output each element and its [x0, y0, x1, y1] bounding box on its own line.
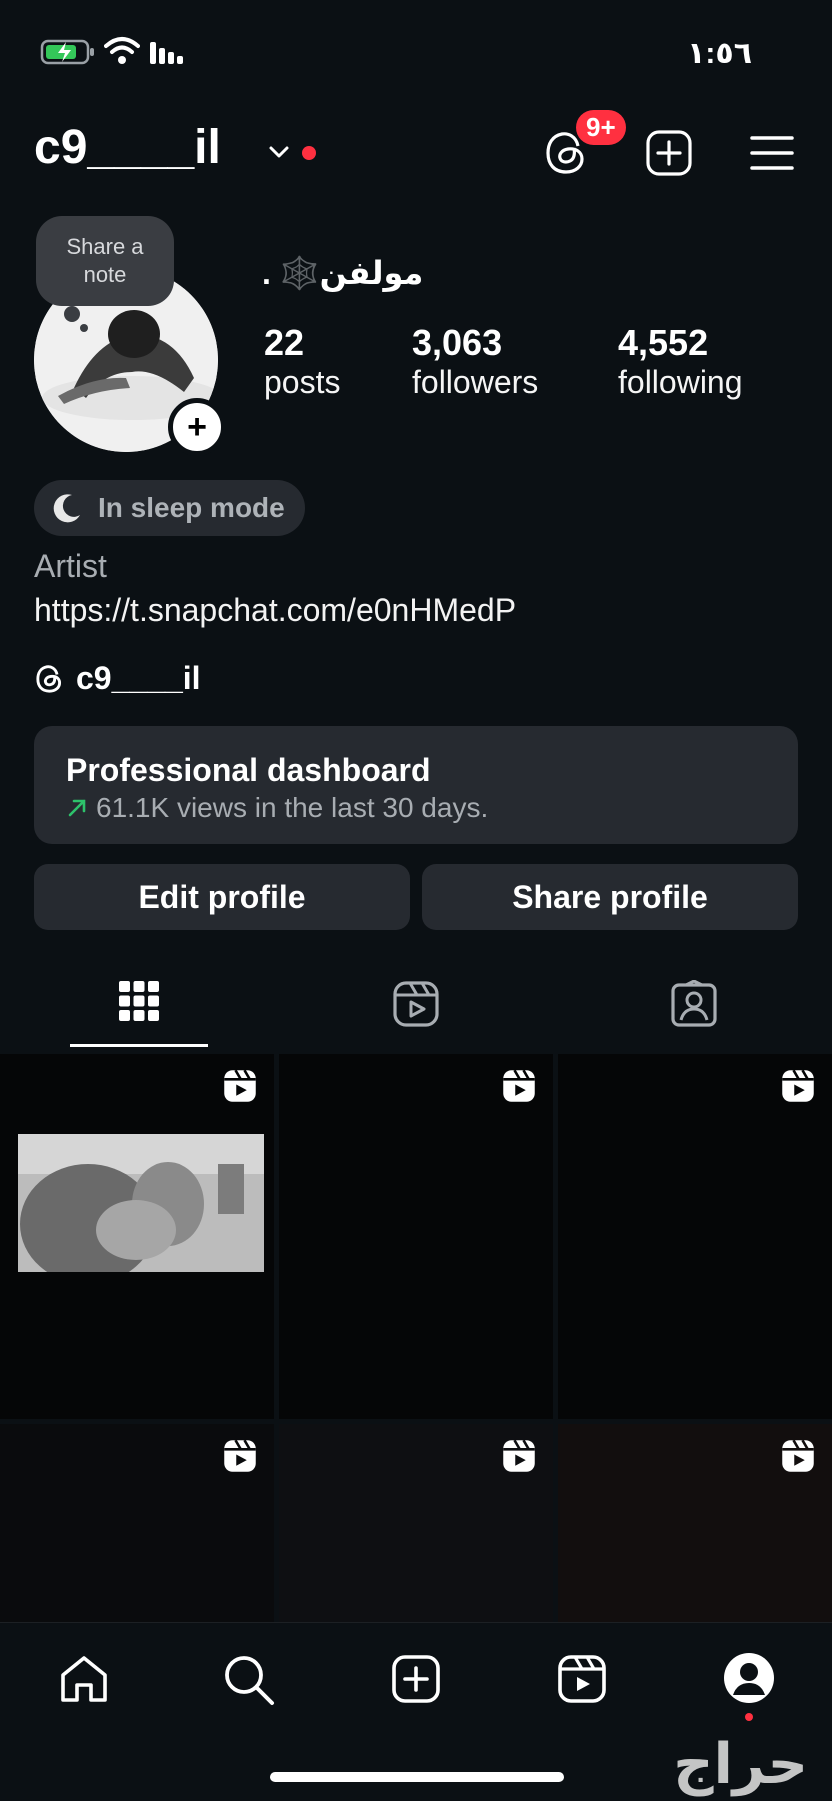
username: c9____il — [34, 121, 221, 174]
dashboard-views: 61.1K views in the last 30 days. — [96, 792, 489, 823]
status-time: ١:٥٦ — [687, 37, 752, 70]
stat-following[interactable]: 4,552 following — [618, 322, 743, 401]
grid-icon[interactable] — [118, 980, 160, 1022]
reel-badge-icon — [782, 1439, 814, 1472]
status-text: In sleep mode — [98, 492, 285, 523]
stat-followers[interactable]: 3,063 followers — [412, 322, 538, 401]
threads-icon — [36, 664, 62, 693]
threads-badge-link[interactable]: c9____il — [34, 660, 201, 697]
signal-icon — [150, 42, 183, 64]
reel-badge-icon — [224, 1069, 256, 1102]
create-icon[interactable] — [390, 1653, 442, 1705]
status-pill[interactable]: In sleep mode — [34, 480, 305, 536]
grid-post[interactable] — [558, 1424, 832, 1622]
moon-icon — [53, 494, 80, 523]
notification-badge: 9+ — [576, 110, 626, 145]
threads-handle: c9____il — [76, 660, 201, 696]
edit-profile-button[interactable]: Edit profile — [34, 864, 410, 930]
stat-label: followers — [412, 364, 539, 400]
dashboard-subtitle: 61.1K views in the last 30 days. — [66, 792, 488, 824]
new-activity-dot — [302, 146, 316, 160]
add-story-button[interactable]: + — [168, 398, 226, 456]
active-tab-indicator — [70, 1044, 208, 1047]
watermark: حراج — [673, 1732, 808, 1795]
reel-badge-icon — [503, 1439, 535, 1472]
tagged-icon[interactable] — [670, 980, 718, 1028]
wifi-icon — [104, 37, 140, 64]
grid-post[interactable] — [558, 1054, 832, 1419]
grid-post[interactable] — [0, 1054, 274, 1419]
edit-profile-label: Edit profile — [138, 878, 306, 915]
stat-posts[interactable]: 22 posts — [264, 322, 340, 401]
create-post-icon[interactable] — [644, 128, 694, 178]
post-grid — [0, 1052, 832, 1622]
profile-category: Artist — [34, 548, 107, 584]
home-icon[interactable] — [58, 1653, 110, 1705]
share-profile-button[interactable]: Share profile — [422, 864, 798, 930]
display-name: مولفن🕸️ . — [262, 255, 424, 291]
grid-post[interactable] — [0, 1424, 274, 1622]
share-profile-label: Share profile — [512, 878, 708, 915]
dashboard-title: Professional dashboard — [66, 752, 431, 788]
status-bar: ١:٥٦ — [0, 0, 832, 90]
reel-badge-icon — [224, 1439, 256, 1472]
stat-value: 22 — [264, 322, 305, 363]
reels-icon[interactable] — [392, 980, 440, 1028]
profile-icon[interactable] — [722, 1651, 776, 1705]
note-prompt: Share a note — [66, 234, 144, 287]
stat-value: 3,063 — [412, 322, 503, 363]
bio-link[interactable]: https://t.snapchat.com/e0nHMedP — [34, 592, 516, 629]
note-bubble-tail-dot — [80, 324, 88, 332]
stat-label: following — [618, 364, 743, 400]
profile-notification-dot — [745, 1713, 753, 1721]
stat-label: posts — [264, 364, 341, 400]
reels-nav-icon[interactable] — [556, 1653, 608, 1705]
search-icon[interactable] — [222, 1653, 276, 1707]
battery-icon — [40, 39, 94, 65]
reel-badge-icon — [782, 1069, 814, 1102]
stat-value: 4,552 — [618, 322, 709, 363]
chevron-down-icon[interactable] — [268, 144, 290, 160]
reel-badge-icon — [503, 1069, 535, 1102]
professional-dashboard[interactable]: Professional dashboard 61.1K views in th… — [34, 726, 798, 844]
grid-post[interactable] — [279, 1424, 553, 1622]
menu-icon[interactable] — [750, 134, 794, 172]
note-bubble-tail — [64, 306, 80, 322]
trend-up-icon — [68, 799, 86, 817]
home-indicator — [270, 1772, 564, 1782]
account-switcher[interactable]: c9____il — [34, 120, 221, 175]
grid-post[interactable] — [279, 1054, 553, 1419]
post-thumbnail — [18, 1134, 264, 1272]
share-note-bubble[interactable]: Share a note — [36, 216, 174, 306]
